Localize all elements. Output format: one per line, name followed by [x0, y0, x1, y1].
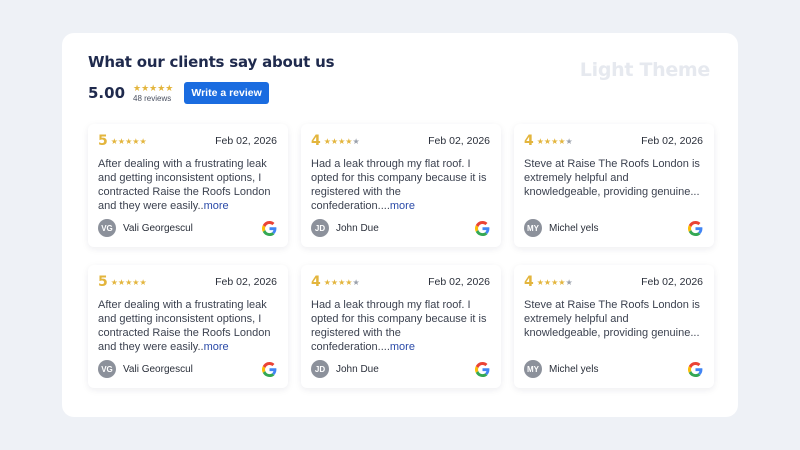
avatar: VG	[98, 360, 116, 378]
rating-value: 5	[98, 274, 108, 290]
card-header: 5 ★★★★★ Feb 02, 2026	[98, 132, 277, 150]
read-more-link[interactable]: more	[390, 341, 415, 353]
star-icon: ★★★★★	[133, 82, 174, 93]
review-card: 4 ★★★★★ Feb 02, 2026 Steve at Raise The …	[514, 124, 714, 247]
card-footer: JD John Due	[311, 219, 490, 237]
review-card: 4 ★★★★★ Feb 02, 2026 Steve at Raise The …	[514, 265, 714, 388]
star-filled-icon: ★★★★★	[110, 136, 147, 146]
card-footer: MY Michel yels	[524, 219, 703, 237]
reviewer-name: Michel yels	[549, 363, 599, 375]
google-icon	[475, 220, 490, 236]
rating-value: 4	[524, 133, 534, 149]
reviewer-name: John Due	[336, 363, 379, 375]
write-review-button[interactable]: Write a review	[184, 82, 269, 104]
card-header: 5 ★★★★★ Feb 02, 2026	[98, 273, 277, 291]
card-footer: JD John Due	[311, 360, 490, 378]
average-score: 5.00	[88, 84, 126, 102]
review-body: Steve at Raise The Roofs London is extre…	[524, 299, 700, 339]
review-date: Feb 02, 2026	[215, 135, 277, 147]
review-text: After dealing with a frustrating leak an…	[98, 157, 277, 213]
star-filled-icon: ★★★★	[323, 136, 353, 146]
reviewer-name: Vali Georgescul	[123, 363, 193, 375]
card-header: 4 ★★★★★ Feb 02, 2026	[311, 132, 490, 150]
review-body: After dealing with a frustrating leak an…	[98, 158, 271, 212]
star-filled-icon: ★★★★★	[110, 277, 147, 287]
google-icon	[262, 361, 277, 377]
avatar: MY	[524, 219, 542, 237]
review-text: Had a leak through my flat roof. I opted…	[311, 298, 490, 354]
avatar: JD	[311, 219, 329, 237]
star-filled-icon: ★★★★	[323, 277, 353, 287]
review-body: After dealing with a frustrating leak an…	[98, 299, 271, 353]
rating-value: 4	[524, 274, 534, 290]
avatar: JD	[311, 360, 329, 378]
review-count: 48 reviews	[133, 93, 172, 103]
star-empty-icon: ★	[352, 136, 360, 146]
card-footer: MY Michel yels	[524, 360, 703, 378]
review-card: 4 ★★★★★ Feb 02, 2026 Had a leak through …	[301, 124, 501, 247]
star-filled-icon: ★★★★	[536, 277, 566, 287]
review-body: Steve at Raise The Roofs London is extre…	[524, 158, 700, 198]
review-date: Feb 02, 2026	[641, 135, 703, 147]
card-footer: VG Vali Georgescul	[98, 219, 277, 237]
reviewer-name: John Due	[336, 222, 379, 234]
review-card: 5 ★★★★★ Feb 02, 2026 After dealing with …	[88, 124, 288, 247]
star-icon: ★★★★★	[324, 278, 360, 287]
rating-value: 5	[98, 133, 108, 149]
reviewer-name: Michel yels	[549, 222, 599, 234]
google-icon	[688, 361, 703, 377]
rating-value: 4	[311, 274, 321, 290]
star-empty-icon: ★	[352, 277, 360, 287]
card-header: 4 ★★★★★ Feb 02, 2026	[311, 273, 490, 291]
reviews-widget: What our clients say about us Light Them…	[62, 33, 738, 417]
summary-meta: ★★★★★ 48 reviews	[133, 82, 174, 103]
card-header: 4 ★★★★★ Feb 02, 2026	[524, 273, 703, 291]
review-date: Feb 02, 2026	[215, 276, 277, 288]
google-icon	[688, 220, 703, 236]
review-date: Feb 02, 2026	[641, 276, 703, 288]
review-text: After dealing with a frustrating leak an…	[98, 298, 277, 354]
google-icon	[262, 220, 277, 236]
read-more-link[interactable]: more	[204, 341, 229, 353]
reviewer-name: Vali Georgescul	[123, 222, 193, 234]
read-more-link[interactable]: more	[204, 200, 229, 212]
google-icon	[475, 361, 490, 377]
avatar: MY	[524, 360, 542, 378]
review-text: Had a leak through my flat roof. I opted…	[311, 157, 490, 213]
review-card: 5 ★★★★★ Feb 02, 2026 After dealing with …	[88, 265, 288, 388]
review-date: Feb 02, 2026	[428, 276, 490, 288]
card-header: 4 ★★★★★ Feb 02, 2026	[524, 132, 703, 150]
star-icon: ★★★★★	[324, 137, 360, 146]
star-empty-icon: ★	[565, 277, 573, 287]
widget-title: What our clients say about us	[88, 53, 335, 71]
rating-summary: 5.00 ★★★★★ 48 reviews Write a review	[88, 81, 269, 105]
avatar: VG	[98, 219, 116, 237]
review-card: 4 ★★★★★ Feb 02, 2026 Had a leak through …	[301, 265, 501, 388]
rating-value: 4	[311, 133, 321, 149]
star-icon: ★★★★★	[111, 278, 147, 287]
star-icon: ★★★★★	[537, 137, 573, 146]
star-filled-icon: ★★★★	[536, 136, 566, 146]
star-icon: ★★★★★	[111, 137, 147, 146]
review-date: Feb 02, 2026	[428, 135, 490, 147]
read-more-link[interactable]: more	[390, 200, 415, 212]
card-footer: VG Vali Georgescul	[98, 360, 277, 378]
review-text: Steve at Raise The Roofs London is extre…	[524, 298, 703, 354]
theme-label: Light Theme	[579, 59, 711, 81]
star-icon: ★★★★★	[537, 278, 573, 287]
review-text: Steve at Raise The Roofs London is extre…	[524, 157, 703, 213]
star-empty-icon: ★	[565, 136, 573, 146]
